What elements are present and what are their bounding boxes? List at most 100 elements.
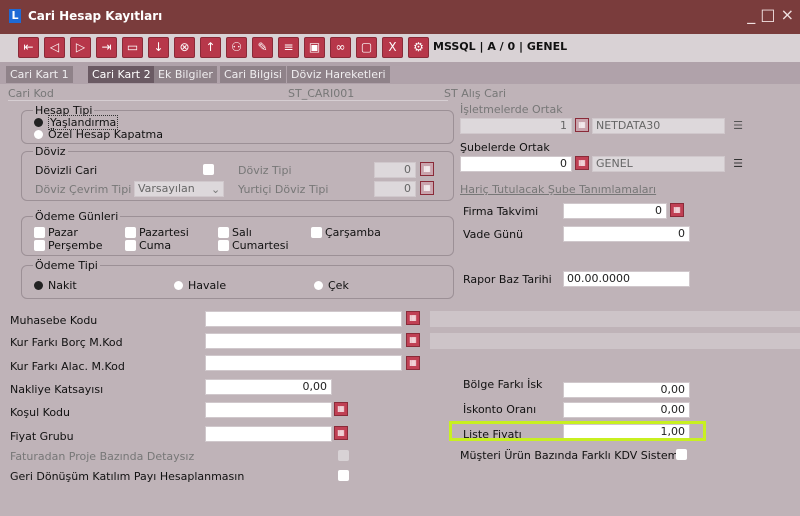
link-icon[interactable]: ∞ <box>330 37 351 58</box>
kur-farki-borc-picker-icon[interactable]: ▦ <box>406 333 420 347</box>
firma-takvimi-label: Firma Takvimi <box>463 205 539 218</box>
fiyat-grubu-label: Fiyat Grubu <box>10 430 74 443</box>
tab-bar: Cari Kart 1 Cari Kart 2 Ek Bilgiler Cari… <box>0 62 800 84</box>
first-record-icon[interactable]: ⇤ <box>18 37 39 58</box>
musteri-urun-label: Müşteri Ürün Bazında Farklı KDV Sistemi <box>460 449 682 462</box>
kosul-kodu-label: Koşul Kodu <box>10 406 71 419</box>
export-icon[interactable]: ↑ <box>200 37 221 58</box>
kur-farki-borc-field[interactable] <box>205 333 402 349</box>
iskonto-orani-label: İskonto Oranı <box>463 403 537 416</box>
persembe-label: Perşembe <box>48 239 103 252</box>
haric-subeler-link[interactable]: Hariç Tutulacak Şube Tanımlamaları <box>460 183 656 196</box>
geri-donusum-checkbox[interactable] <box>338 470 349 481</box>
liste-fiyati-highlight <box>449 421 706 441</box>
title-bar: L Cari Hesap Kayıtları _ □ × <box>0 0 800 34</box>
log-icon[interactable]: ≡ <box>278 37 299 58</box>
iskonto-orani-field[interactable]: 0,00 <box>563 402 690 418</box>
cumartesi-checkbox[interactable] <box>218 240 229 251</box>
pazar-checkbox[interactable] <box>34 227 45 238</box>
muhasebe-kodu-name <box>430 311 800 327</box>
cari-name: ST Alış Cari <box>444 87 507 100</box>
nakit-label: Nakit <box>48 279 77 292</box>
ozel-hesap-kapatma-label: Özel Hesap Kapatma <box>48 128 163 141</box>
faturadan-label: Faturadan Proje Bazında Detaysız <box>10 450 195 463</box>
kosul-kodu-field[interactable] <box>205 402 332 418</box>
cevrim-tipi-label: Döviz Çevrim Tipi <box>35 183 132 196</box>
lock-icon[interactable]: ▢ <box>356 37 377 58</box>
firma-takvimi-field[interactable]: 0 <box>563 203 667 219</box>
muhasebe-kodu-field[interactable] <box>205 311 402 327</box>
havale-radio[interactable] <box>174 281 183 290</box>
pazar-label: Pazar <box>48 226 78 239</box>
firma-takvimi-picker-icon[interactable]: ▦ <box>670 203 684 217</box>
muhasebe-kodu-label: Muhasebe Kodu <box>10 314 98 327</box>
yurtici-doviz-tipi-label: Yurtiçi Döviz Tipi <box>238 183 329 196</box>
save-icon[interactable]: ↓ <box>148 37 169 58</box>
dovizli-cari-label: Dövizli Cari <box>35 164 98 177</box>
excel-icon[interactable]: X <box>382 37 403 58</box>
fiyat-grubu-picker-icon[interactable]: ▦ <box>334 426 348 440</box>
new-record-icon[interactable]: ▭ <box>122 37 143 58</box>
app-logo-icon: L <box>9 9 21 23</box>
doviz-tipi-picker-icon[interactable]: ▦ <box>420 162 434 176</box>
vade-gunu-field[interactable]: 0 <box>563 226 690 242</box>
cek-radio[interactable] <box>314 281 323 290</box>
edit-icon[interactable]: ✎ <box>252 37 273 58</box>
sube-no-field[interactable]: 0 <box>460 156 572 172</box>
pazartesi-checkbox[interactable] <box>125 227 136 238</box>
doviz-title: Döviz <box>33 145 68 158</box>
dovizli-cari-checkbox[interactable] <box>203 164 214 175</box>
rapor-baz-tarihi-field[interactable]: 00.00.0000 <box>563 271 690 287</box>
persembe-checkbox[interactable] <box>34 240 45 251</box>
isletme-no-field[interactable]: 1 <box>460 118 572 134</box>
tab-cari-kart-1[interactable]: Cari Kart 1 <box>6 66 73 83</box>
bolge-farki-field[interactable]: 0,00 <box>563 382 690 398</box>
havale-label: Havale <box>188 279 227 292</box>
isletme-list-icon[interactable]: ☰ <box>731 119 745 133</box>
sali-label: Salı <box>232 226 252 239</box>
cumartesi-label: Cumartesi <box>232 239 289 252</box>
yurtici-doviz-tipi-picker-icon[interactable]: ▦ <box>420 181 434 195</box>
window-controls[interactable]: _ □ × <box>747 5 794 24</box>
isletme-name-field: NETDATA30 <box>592 118 725 134</box>
report-icon[interactable]: ▣ <box>304 37 325 58</box>
ozel-hesap-kapatma-radio[interactable] <box>34 130 43 139</box>
musteri-urun-checkbox[interactable] <box>676 449 687 460</box>
delete-icon[interactable]: ⊗ <box>174 37 195 58</box>
previous-record-icon[interactable]: ◁ <box>44 37 65 58</box>
faturadan-checkbox[interactable] <box>338 450 349 461</box>
nakliye-katsayisi-field[interactable]: 0,00 <box>205 379 332 395</box>
nakit-radio[interactable] <box>34 281 43 290</box>
cevrim-chevron-down-icon[interactable]: ⌄ <box>211 183 220 196</box>
muhasebe-kodu-picker-icon[interactable]: ▦ <box>406 311 420 325</box>
tab-cari-kart-2[interactable]: Cari Kart 2 <box>88 66 155 83</box>
cuma-checkbox[interactable] <box>125 240 136 251</box>
sali-checkbox[interactable] <box>218 227 229 238</box>
user-icon[interactable]: ⚇ <box>226 37 247 58</box>
yurtici-doviz-tipi-field[interactable]: 0 <box>374 181 416 197</box>
rapor-baz-tarihi-label: Rapor Baz Tarihi <box>463 273 552 286</box>
tab-doviz-hareketleri[interactable]: Döviz Hareketleri <box>287 66 390 83</box>
next-record-icon[interactable]: ▷ <box>70 37 91 58</box>
odeme-gunleri-title: Ödeme Günleri <box>33 210 121 223</box>
settings-icon[interactable]: ⚙ <box>408 37 429 58</box>
carsamba-checkbox[interactable] <box>311 227 322 238</box>
tab-cari-bilgisi[interactable]: Cari Bilgisi <box>220 66 286 83</box>
fiyat-grubu-field[interactable] <box>205 426 332 442</box>
kur-farki-alac-field[interactable] <box>205 355 402 371</box>
pazartesi-label: Pazartesi <box>139 226 189 239</box>
last-record-icon[interactable]: ⇥ <box>96 37 117 58</box>
kur-farki-alac-picker-icon[interactable]: ▦ <box>406 356 420 370</box>
window-title: Cari Hesap Kayıtları <box>28 9 163 23</box>
sube-picker-icon[interactable]: ▦ <box>575 156 589 170</box>
vade-gunu-label: Vade Günü <box>463 228 524 241</box>
cari-kod-label: Cari Kod <box>8 87 54 100</box>
isletme-picker-icon[interactable]: ▦ <box>575 118 589 132</box>
yaslandirma-radio[interactable] <box>34 118 43 127</box>
doviz-tipi-field[interactable]: 0 <box>374 162 416 178</box>
kosul-kodu-picker-icon[interactable]: ▦ <box>334 402 348 416</box>
toolbar: ⇤ ◁ ▷ ⇥ ▭ ↓ ⊗ ↑ ⚇ ✎ ≡ ▣ ∞ ▢ X ⚙ MSSQL | … <box>0 34 800 62</box>
tab-ek-bilgiler[interactable]: Ek Bilgiler <box>154 66 217 83</box>
nakliye-katsayisi-label: Nakliye Katsayısı <box>10 383 104 396</box>
sube-list-icon[interactable]: ☰ <box>731 157 745 171</box>
